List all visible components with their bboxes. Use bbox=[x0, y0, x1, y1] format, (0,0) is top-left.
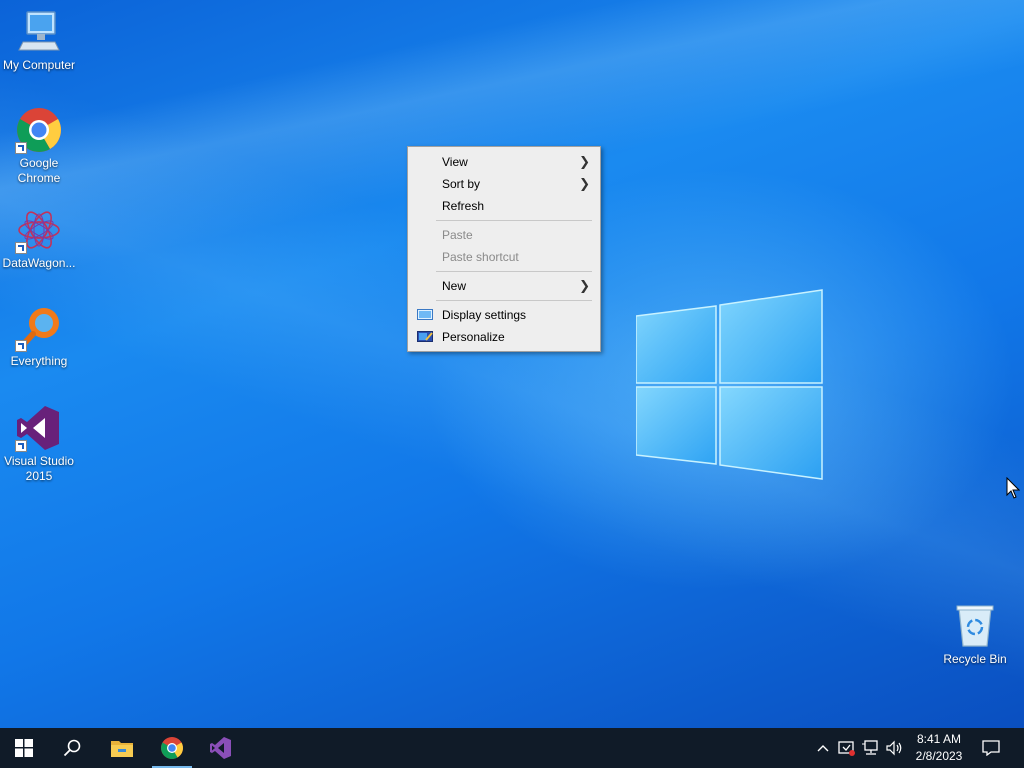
start-icon bbox=[15, 739, 33, 757]
visual-studio-icon bbox=[15, 404, 63, 452]
clock-time: 8:41 AM bbox=[916, 732, 962, 746]
menu-item-view[interactable]: View ❯ bbox=[408, 151, 600, 173]
chrome-icon bbox=[15, 106, 63, 154]
shortcut-arrow-icon bbox=[15, 142, 27, 154]
desktop-icon-chrome[interactable]: Google Chrome bbox=[0, 106, 78, 186]
menu-item-display-settings[interactable]: Display settings bbox=[408, 304, 600, 326]
menu-separator bbox=[436, 220, 592, 221]
menu-item-paste[interactable]: Paste bbox=[408, 224, 600, 246]
taskbar-chrome[interactable] bbox=[148, 728, 196, 768]
volume-tray-button[interactable] bbox=[884, 728, 906, 768]
computer-icon bbox=[15, 8, 63, 56]
security-tray-button[interactable] bbox=[836, 728, 858, 768]
menu-separator bbox=[436, 300, 592, 301]
file-explorer-icon bbox=[111, 741, 133, 757]
menu-item-new[interactable]: New ❯ bbox=[408, 275, 600, 297]
taskbar-visual-studio[interactable] bbox=[197, 728, 245, 768]
wallpaper-light-beam bbox=[0, 0, 1024, 728]
desktop-icon-my-computer[interactable]: My Computer bbox=[0, 8, 78, 73]
display-icon bbox=[417, 309, 433, 320]
security-alert-icon bbox=[838, 741, 855, 756]
taskbar-clock[interactable]: 8:41 AM 2/8/2023 bbox=[908, 731, 970, 765]
menu-separator bbox=[436, 271, 592, 272]
menu-item-label: Sort by bbox=[442, 177, 481, 191]
wallpaper-light-beam bbox=[0, 0, 1024, 728]
menu-item-label: Refresh bbox=[442, 199, 485, 213]
show-hidden-icons-button[interactable] bbox=[812, 728, 834, 768]
network-icon bbox=[862, 740, 878, 755]
desktop-icon-label: Everything bbox=[10, 354, 68, 368]
network-tray-button[interactable] bbox=[860, 728, 882, 768]
desktop-icon-label: Recycle Bin bbox=[943, 652, 1007, 666]
menu-item-label: Paste shortcut bbox=[442, 250, 519, 264]
chevron-up-icon bbox=[817, 745, 829, 752]
menu-item-label: Personalize bbox=[442, 330, 505, 344]
chevron-right-icon: ❯ bbox=[579, 154, 590, 169]
volume-icon bbox=[886, 740, 902, 756]
notification-icon bbox=[982, 740, 1000, 756]
desktop[interactable]: My Computer Google Chrome DataWagon... E… bbox=[0, 0, 1024, 728]
windows-logo-wallpaper bbox=[636, 289, 823, 480]
desktop-icon-visual-studio[interactable]: Visual Studio 2015 bbox=[0, 404, 78, 484]
menu-item-label: Display settings bbox=[442, 308, 527, 322]
menu-item-refresh[interactable]: Refresh bbox=[408, 195, 600, 217]
desktop-icon-everything[interactable]: Everything bbox=[0, 304, 78, 369]
chevron-right-icon: ❯ bbox=[579, 176, 590, 191]
start-button[interactable] bbox=[0, 728, 48, 768]
desktop-icon-datawagon[interactable]: DataWagon... bbox=[0, 206, 78, 271]
shortcut-arrow-icon bbox=[15, 340, 27, 352]
desktop-context-menu: View ❯ Sort by ❯ Refresh Paste Paste sho… bbox=[407, 146, 601, 352]
menu-item-label: Paste bbox=[442, 228, 473, 242]
everything-icon bbox=[15, 304, 63, 352]
mouse-cursor-icon bbox=[1006, 477, 1020, 499]
taskbar-file-explorer[interactable] bbox=[98, 728, 146, 768]
desktop-icon-recycle-bin[interactable]: Recycle Bin bbox=[936, 602, 1014, 667]
menu-item-label: View bbox=[442, 155, 468, 169]
desktop-icon-label: DataWagon... bbox=[2, 256, 76, 270]
personalize-icon bbox=[417, 331, 433, 342]
search-button[interactable] bbox=[48, 728, 96, 768]
desktop-icon-label: Visual Studio 2015 bbox=[4, 454, 74, 483]
desktop-icon-label: Google Chrome bbox=[17, 156, 61, 185]
menu-item-sort-by[interactable]: Sort by ❯ bbox=[408, 173, 600, 195]
chrome-icon bbox=[161, 737, 183, 759]
action-center-button[interactable] bbox=[976, 728, 1006, 768]
menu-item-label: New bbox=[442, 279, 467, 293]
search-icon bbox=[63, 739, 81, 757]
menu-item-personalize[interactable]: Personalize bbox=[408, 326, 600, 348]
menu-item-paste-shortcut[interactable]: Paste shortcut bbox=[408, 246, 600, 268]
clock-date: 2/8/2023 bbox=[915, 749, 963, 763]
visual-studio-icon bbox=[210, 737, 231, 759]
taskbar: 8:41 AM 2/8/2023 bbox=[0, 728, 1024, 768]
chevron-right-icon: ❯ bbox=[579, 278, 590, 293]
recycle-bin-icon bbox=[951, 602, 999, 650]
datawagon-icon bbox=[15, 206, 63, 254]
desktop-icon-label: My Computer bbox=[2, 58, 76, 72]
shortcut-arrow-icon bbox=[15, 242, 27, 254]
shortcut-arrow-icon bbox=[15, 440, 27, 452]
